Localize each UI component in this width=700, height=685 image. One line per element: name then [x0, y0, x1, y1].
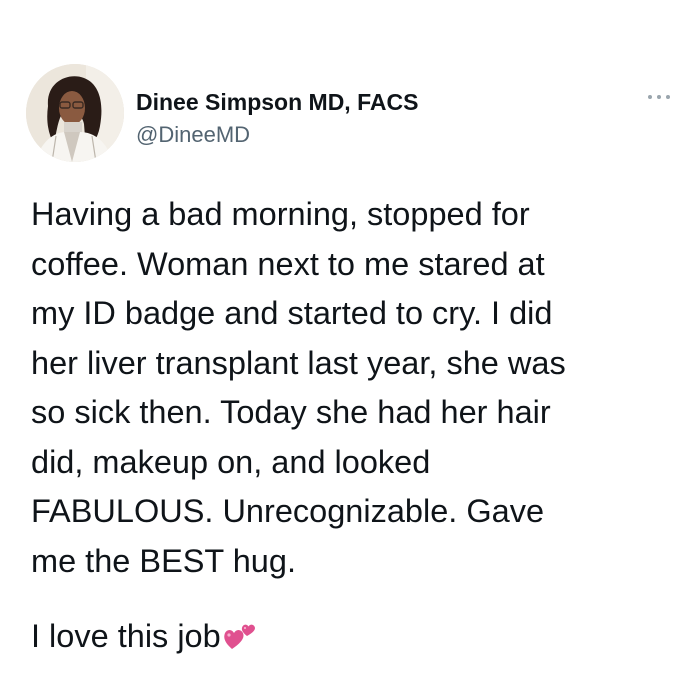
tweet-closing-line: I love this job [31, 612, 257, 666]
author-display-name[interactable]: Dinee Simpson MD, FACS [136, 89, 418, 116]
tweet-text: Having a bad morning, stopped for coffee… [31, 196, 566, 579]
more-dot [657, 95, 661, 99]
profile-photo-icon [26, 64, 124, 162]
more-options-icon[interactable] [646, 90, 672, 104]
more-dot [648, 95, 652, 99]
closing-text: I love this job [31, 618, 221, 654]
tweet-card: Dinee Simpson MD, FACS @DineeMD Having a… [0, 0, 700, 685]
avatar[interactable] [26, 64, 124, 162]
more-dot [666, 95, 670, 99]
two-hearts-icon [223, 616, 257, 666]
tweet-header: Dinee Simpson MD, FACS @DineeMD [26, 64, 676, 164]
author-handle[interactable]: @DineeMD [136, 122, 250, 148]
